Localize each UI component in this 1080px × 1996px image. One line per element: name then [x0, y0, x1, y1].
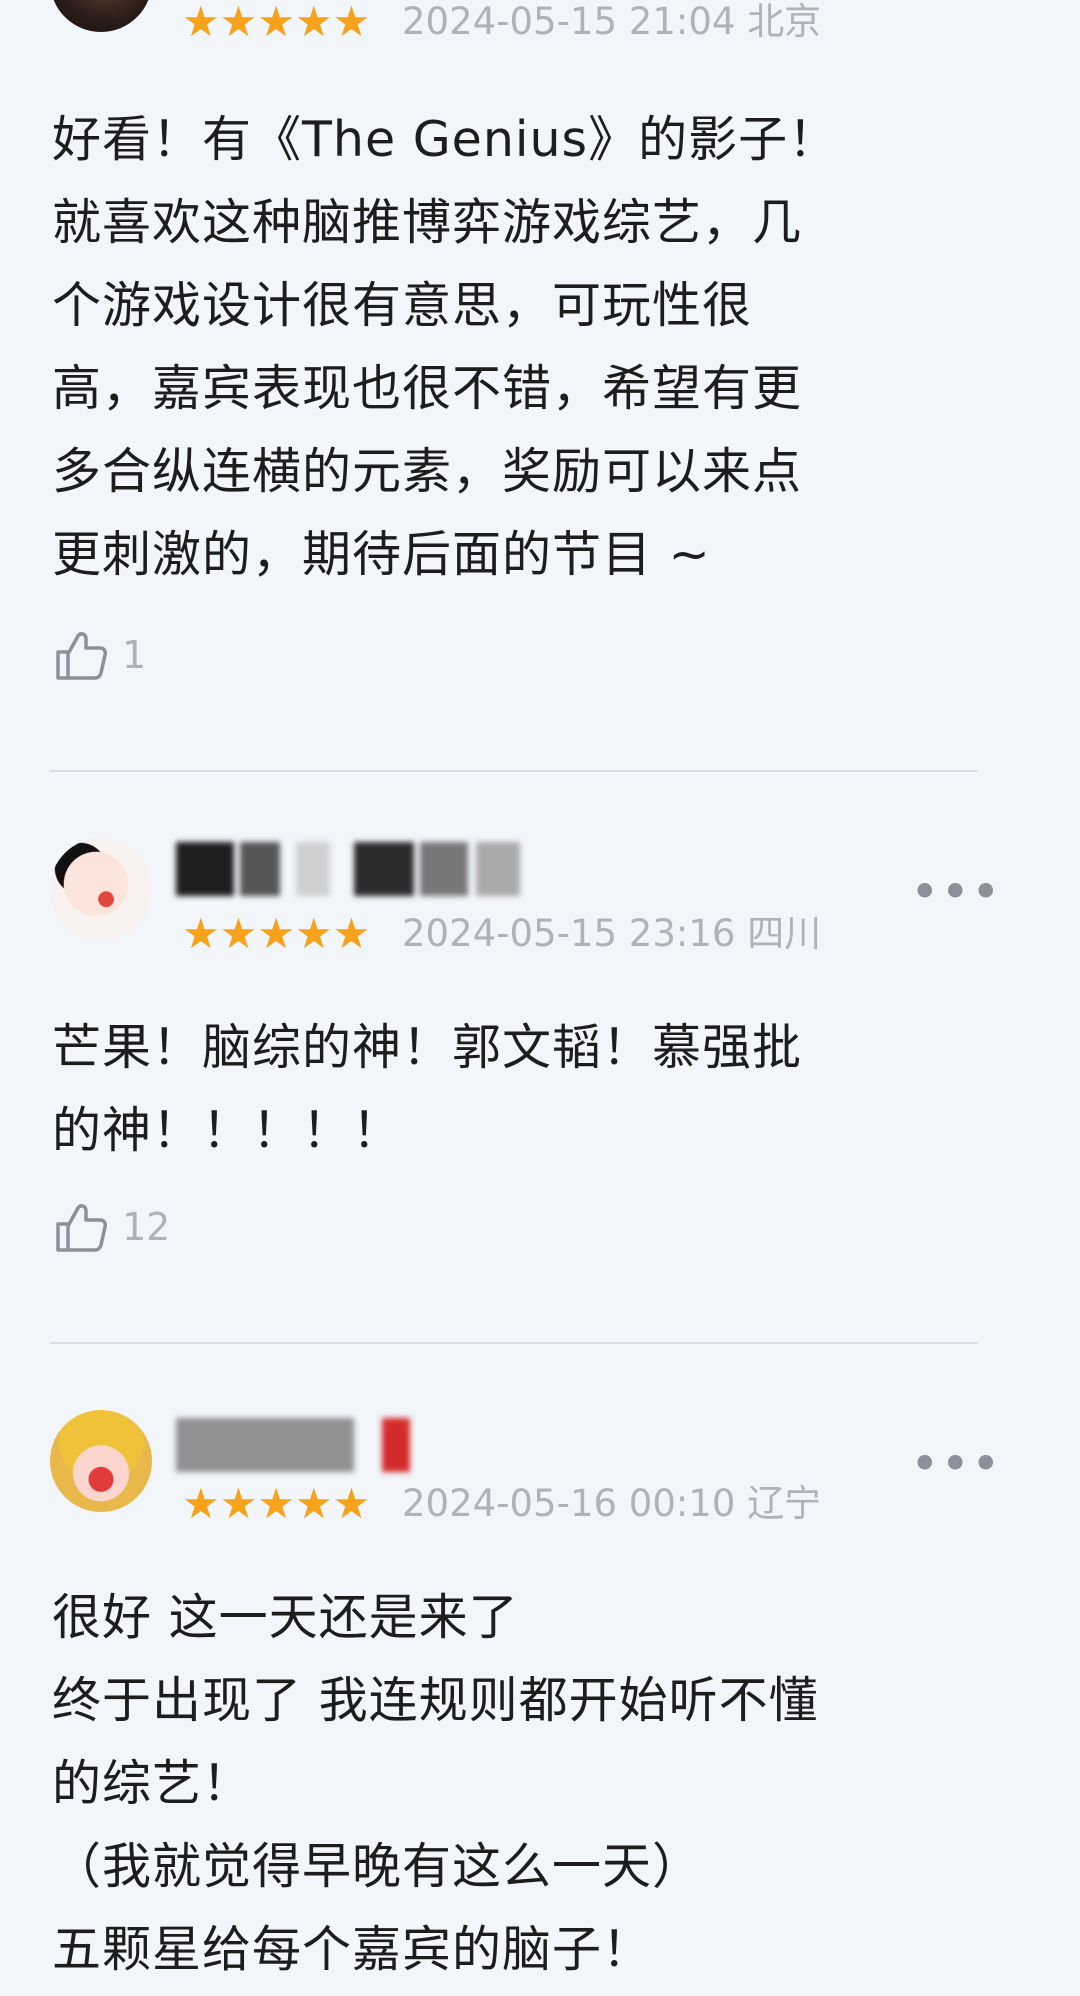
review-meta: 2024-05-15 23:16 四川	[402, 912, 821, 956]
review-location: 北京	[747, 0, 822, 43]
review-datetime: 2024-05-15 23:16	[402, 912, 736, 955]
rating-stars-text: ★★★★★	[182, 909, 371, 958]
like-button[interactable]: 12	[52, 1196, 170, 1258]
rating-stars: ★★★★★	[182, 0, 370, 44]
avatar[interactable]	[50, 0, 152, 32]
review-text: 好看！有《The Genius》的影子！ 就喜欢这种脑推博弈游戏综艺，几 个游戏…	[52, 111, 839, 583]
rating-stars: ★★★★★	[182, 912, 370, 956]
rating-stars: ★★★★★	[182, 1482, 370, 1526]
like-count: 1	[122, 633, 147, 677]
review-location: 四川	[747, 912, 822, 955]
review-text: 很好 这一天还是来了 终于出现了 我连规则都开始听不懂 的综艺！ （我就觉得早晚…	[52, 1589, 819, 1978]
rating-stars-text: ★★★★★	[182, 1479, 371, 1528]
more-options-icon[interactable]: •••	[910, 1439, 1001, 1489]
username-redacted[interactable]	[176, 1418, 436, 1472]
review-datetime: 2024-05-16 00:10	[402, 1482, 736, 1525]
thumbs-up-icon	[56, 632, 107, 680]
divider	[50, 1342, 978, 1344]
like-button[interactable]: 1	[52, 624, 146, 686]
review-list: ★★★★★ 2024-05-15 21:04 北京 好看！有《The Geniu…	[0, 0, 1080, 1996]
review-datetime: 2024-05-15 21:04	[402, 0, 736, 43]
avatar[interactable]	[50, 838, 152, 940]
review-text: 芒果！脑综的神！郭文韬！慕强批 的神！！！！！	[52, 1019, 803, 1159]
review-location: 辽宁	[747, 1482, 822, 1525]
more-options-icon[interactable]: •••	[910, 867, 1001, 917]
rating-stars-text: ★★★★★	[182, 0, 371, 46]
divider	[50, 770, 978, 772]
thumbs-up-icon	[56, 1204, 107, 1252]
review-meta: 2024-05-15 21:04 北京	[402, 0, 821, 44]
username-redacted[interactable]	[176, 842, 536, 896]
like-count: 12	[122, 1205, 171, 1249]
review-meta: 2024-05-16 00:10 辽宁	[402, 1482, 821, 1526]
avatar[interactable]	[50, 1410, 152, 1512]
